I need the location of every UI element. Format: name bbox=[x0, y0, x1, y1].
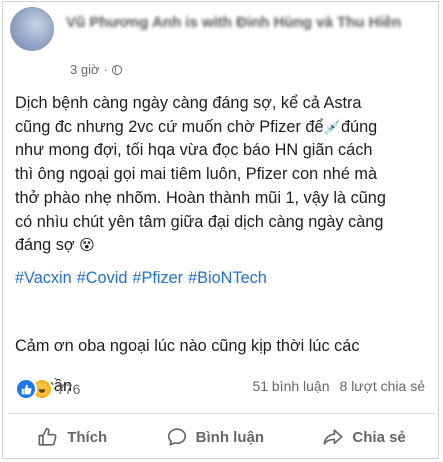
reaction-summary[interactable]: 776 bbox=[15, 378, 80, 400]
action-bar: Thích Bình luận Chia sẻ bbox=[8, 418, 435, 456]
comment-button[interactable]: Bình luận bbox=[166, 426, 264, 448]
post-meta: 3 giờ · bbox=[70, 62, 122, 77]
share-button-label: Chia sẻ bbox=[352, 428, 406, 446]
post-text-line: Dịch bệnh càng ngày càng đáng sợ, kể cả … bbox=[15, 94, 362, 112]
hashtag-link[interactable]: #Vacxin bbox=[15, 269, 72, 288]
reaction-count: 776 bbox=[57, 381, 81, 397]
comment-button-label: Bình luận bbox=[195, 428, 264, 446]
author-avatar[interactable] bbox=[10, 7, 54, 51]
post-text-line: đáng sợ 😵 bbox=[15, 236, 95, 255]
post-text-line: thì ông ngoại gọi mai tiêm luôn, Pfizer … bbox=[15, 165, 378, 184]
post-text-line: cũng đc nhưng 2vc cứ muốn chờ Pfizer để💉… bbox=[15, 117, 378, 136]
thumbs-up-icon bbox=[38, 427, 57, 446]
like-button-label: Thích bbox=[67, 428, 108, 446]
surprised-face-icon: 😵 bbox=[79, 237, 95, 255]
globe-icon bbox=[111, 64, 122, 75]
hashtag-list: #Vacxin #Covid #Pfizer #BioNTech bbox=[15, 269, 267, 288]
comment-count[interactable]: 51 bình luận bbox=[252, 378, 329, 394]
share-count[interactable]: 8 lượt chia sẻ bbox=[340, 378, 425, 394]
divider bbox=[8, 413, 435, 414]
hashtag-link[interactable]: #Pfizer bbox=[132, 269, 183, 288]
post-text-line: thở phào nhẹ nhõm. Hoàn thành mũi 1, vậy… bbox=[15, 188, 386, 207]
author-name[interactable]: Vũ Phương Anh is with Đinh Hùng và Thu H… bbox=[66, 12, 406, 33]
post-time[interactable]: 3 giờ bbox=[70, 62, 100, 77]
engagement-stats: 51 bình luận 8 lượt chia sẻ bbox=[252, 378, 425, 394]
post-text: Dịch bệnh càng ngày càng đáng sợ, kể cả … bbox=[15, 92, 425, 258]
post-text-line: như mong đợi, tối hqa vừa đọc báo HN giã… bbox=[15, 141, 373, 160]
share-arrow-icon bbox=[323, 429, 343, 445]
comment-icon bbox=[167, 428, 186, 446]
meta-separator: · bbox=[103, 62, 108, 77]
like-button[interactable]: Thích bbox=[37, 426, 107, 448]
hashtag-link[interactable]: #BioNTech bbox=[188, 269, 267, 288]
syringe-icon: 💉 bbox=[323, 118, 341, 135]
share-button[interactable]: Chia sẻ bbox=[322, 426, 406, 448]
hashtag-link[interactable]: #Covid bbox=[77, 269, 128, 288]
post-text-line: có nhìu chút yên tâm giữa đại dịch càng … bbox=[15, 212, 384, 231]
like-reaction-icon bbox=[15, 378, 37, 400]
post-text-line: Cảm ơn oba ngoại lúc nào cũng kịp thời l… bbox=[15, 337, 360, 356]
post-text-second: Cảm ơn oba ngoại lúc nào cũng kịp thời l… bbox=[15, 319, 425, 415]
